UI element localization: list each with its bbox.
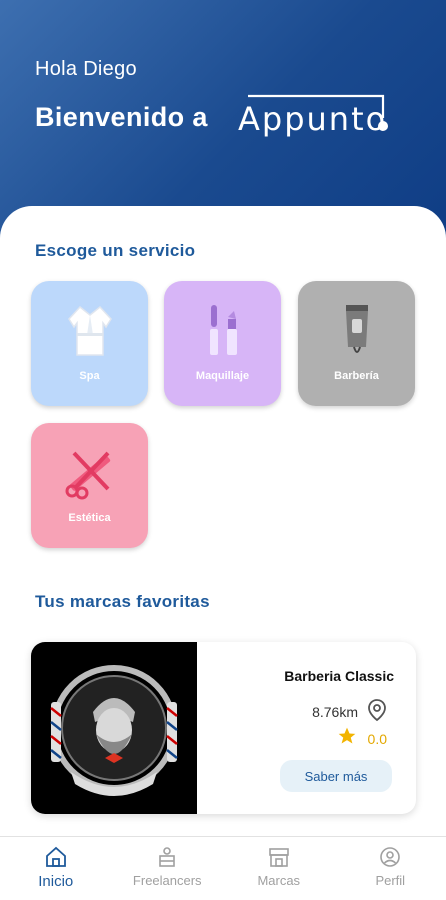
service-label: Barbería: [334, 370, 379, 382]
nav-label: Freelancers: [132, 873, 202, 888]
home-icon: [45, 846, 66, 867]
star-icon: [338, 727, 356, 744]
nav-item-marcas[interactable]: Marcas: [223, 837, 335, 900]
brand-logo-image: [31, 642, 197, 814]
services-title: Escoge un servicio: [35, 241, 196, 260]
freelancer-icon: [159, 847, 176, 867]
nav-label: Perfil: [375, 873, 406, 888]
nav-item-inicio[interactable]: Inicio: [0, 837, 112, 900]
profile-icon: [380, 847, 401, 867]
service-label: Maquillaje: [195, 370, 250, 382]
brand-distance: 8.76km: [312, 704, 358, 720]
header: Hola Diego Bienvenido a Appunto: [0, 0, 446, 240]
bottom-nav: Inicio Freelancers Marcas Perfil: [0, 836, 446, 900]
service-label: Estética: [68, 512, 111, 524]
service-tile-estetica[interactable]: Estética: [31, 423, 148, 548]
service-tile-spa[interactable]: Spa: [31, 281, 148, 406]
service-label: Spa: [79, 370, 100, 382]
service-tile-barberia[interactable]: Barbería: [298, 281, 415, 406]
logo-text: Appunto: [238, 100, 388, 138]
brand-card[interactable]: Barberia Classic 8.76km 0.0 Saber más: [31, 642, 416, 814]
scissors-comb-icon: [65, 451, 110, 500]
nav-label: Inicio: [38, 873, 74, 890]
brand-rating: 0.0: [367, 731, 387, 747]
nav-item-freelancers[interactable]: Freelancers: [112, 837, 224, 900]
appunto-logo: Appunto: [238, 88, 393, 143]
robe-icon: [67, 305, 112, 356]
greeting: Hola Diego: [35, 58, 137, 80]
nav-item-perfil[interactable]: Perfil: [335, 837, 446, 900]
store-icon: [268, 848, 289, 867]
welcome-title: Bienvenido a: [35, 102, 208, 132]
location-pin-icon: [368, 699, 386, 722]
favorites-title: Tus marcas favoritas: [35, 592, 210, 611]
service-tile-maquillaje[interactable]: Maquillaje: [164, 281, 281, 406]
clipper-icon: [345, 305, 368, 353]
saber-mas-button[interactable]: Saber más: [280, 760, 392, 792]
brand-name: Barberia Classic: [284, 668, 394, 684]
nav-label: Marcas: [257, 873, 301, 888]
makeup-icon: [209, 305, 237, 355]
